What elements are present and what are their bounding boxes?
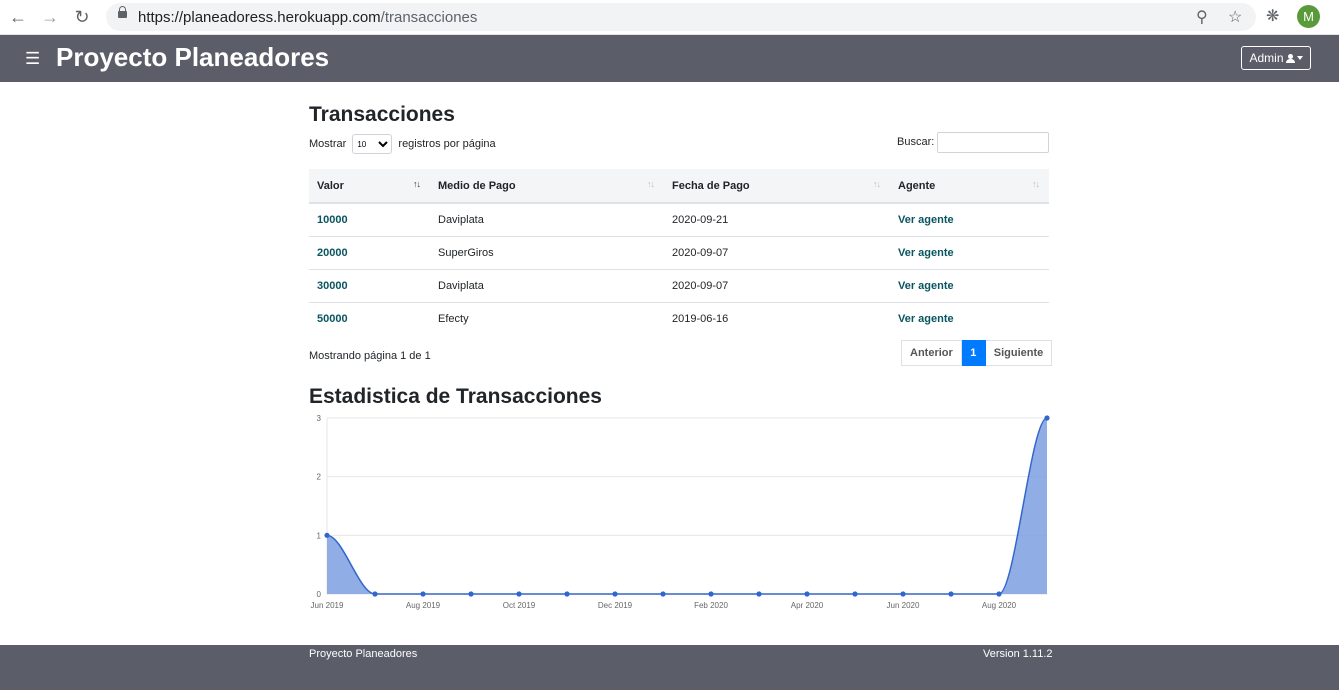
x-tick-label: Jun 2020 [887,601,920,610]
page-length-control: Mostrar 10 registros por página [309,134,496,154]
ver-agente-link[interactable]: Ver agente [890,236,1049,270]
ver-agente-link[interactable]: Ver agente [890,302,1049,335]
app-navbar: ☰ Proyecto Planeadores Admin [0,35,1339,82]
cell-medio: SuperGiros [430,236,664,270]
data-point [996,591,1002,597]
data-point [516,591,522,597]
cell-medio: Efecty [430,302,664,335]
profile-avatar[interactable]: M [1297,5,1320,28]
sort-icon: ↑↓ [1032,179,1040,189]
footer: Proyecto Planeadores Version 1.11.2 [0,645,1339,690]
pagination-info: Mostrando página 1 de 1 [309,350,431,362]
forward-icon[interactable]: → [39,6,61,28]
y-tick-label: 0 [317,590,322,599]
x-axis-ticks: Jun 2019 Aug 2019 Oct 2019 Dec 2019 Feb 2020… [311,601,1017,610]
data-point [804,591,810,597]
data-point [1044,415,1050,421]
x-tick-label: Feb 2020 [694,601,728,610]
user-icon [1285,54,1295,63]
url-text: https://planeadoress.herokuapp.com/trans… [138,9,478,26]
sort-icon: ↑↓ [647,179,655,189]
page-1-button[interactable]: 1 [961,340,986,366]
table-row: 30000 Daviplata 2020-09-07 Ver agente [309,269,1049,303]
version-label: Version 1.11.2 [983,648,1053,660]
data-point [612,591,618,597]
data-point [852,591,858,597]
next-page-button[interactable]: Siguiente [985,340,1053,366]
cell-valor[interactable]: 50000 [309,302,430,335]
cell-medio: Daviplata [430,269,664,303]
data-point [756,591,762,597]
search-input[interactable] [937,132,1049,153]
cell-fecha: 2019-06-16 [664,302,890,335]
length-suffix: registros por página [398,137,496,150]
table-row: 10000 Daviplata 2020-09-21 Ver agente [309,203,1049,237]
data-point [660,591,666,597]
x-tick-label: Oct 2019 [503,601,536,610]
column-header-agente[interactable]: Agente ↑↓ [890,169,1049,204]
data-point [324,532,330,538]
reload-icon[interactable]: ↻ [71,6,93,28]
x-tick-label: Aug 2020 [982,601,1017,610]
x-tick-label: Dec 2019 [598,601,633,610]
data-point [708,591,714,597]
lock-icon [118,6,127,18]
cell-valor[interactable]: 30000 [309,269,430,303]
menu-icon[interactable]: ☰ [25,49,40,69]
series-area [327,418,1047,594]
browser-toolbar: ← → ↻ https://planeadoress.herokuapp.com… [0,0,1339,35]
x-tick-label: Aug 2019 [406,601,441,610]
ver-agente-link[interactable]: Ver agente [890,269,1049,303]
cell-fecha: 2020-09-07 [664,236,890,270]
x-tick-label: Jun 2019 [311,601,344,610]
caret-down-icon [1296,56,1303,60]
table-row: 20000 SuperGiros 2020-09-07 Ver agente [309,236,1049,270]
stats-title: Estadistica de Transacciones [309,385,602,408]
brand-title[interactable]: Proyecto Planeadores [56,42,329,73]
data-point [420,591,426,597]
cell-fecha: 2020-09-21 [672,214,729,226]
table-row: 50000 Efecty 2019-06-16 Ver agente [309,302,1049,335]
ver-agente-link[interactable]: Ver agente [890,203,1049,237]
data-point [468,591,474,597]
cell-valor[interactable]: 20000 [309,236,430,270]
length-prefix: Mostrar [309,137,347,150]
y-axis-ticks: 0 1 2 3 [317,414,322,599]
cell-valor[interactable]: 10000 [309,203,430,237]
star-icon[interactable]: ☆ [1228,7,1242,27]
y-tick-label: 1 [317,531,322,540]
search-label: Buscar: [897,136,935,148]
series-line [326,417,1048,595]
chart-grid [326,417,1047,595]
y-tick-label: 2 [317,473,322,482]
page-title: Transacciones [309,103,455,126]
zoom-icon[interactable]: ⚲ [1196,7,1208,27]
x-tick-label: Apr 2020 [791,601,824,610]
sort-icon: ↑↓ [413,179,421,189]
column-header-valor[interactable]: Valor ↑↓ [309,169,430,204]
cell-fecha: 2020-09-07 [664,269,890,303]
pagination: Anterior 1 Siguiente [901,340,1053,366]
back-icon[interactable]: ← [7,6,29,28]
cell-medio: Daviplata [438,214,484,226]
data-point [564,591,570,597]
column-header-fecha[interactable]: Fecha de Pago ↑↓ [664,169,890,204]
footer-title: Proyecto Planeadores [309,648,418,660]
admin-menu-button[interactable]: Admin [1241,46,1311,70]
data-point [372,591,378,597]
column-header-medio[interactable]: Medio de Pago ↑↓ [430,169,664,204]
data-point [948,591,954,597]
transactions-area-chart: 0 1 2 3 Jun 2019 Aug 2019 Oct 2019 Dec 2019 Feb… [311,414,1050,610]
previous-page-button[interactable]: Anterior [901,340,962,366]
address-bar[interactable]: https://planeadoress.herokuapp.com/trans… [106,3,1256,31]
admin-label: Admin [1249,51,1284,65]
sort-icon: ↑↓ [873,179,881,189]
y-tick-label: 3 [317,414,322,423]
series-points [324,415,1050,597]
extensions-icon[interactable]: ❋ [1266,6,1279,26]
data-point [900,591,906,597]
page-length-select[interactable]: 10 [352,134,393,154]
transactions-table: Valor ↑↓ Medio de Pago ↑↓ Fecha de Pago ↑↓ … [309,169,1049,335]
